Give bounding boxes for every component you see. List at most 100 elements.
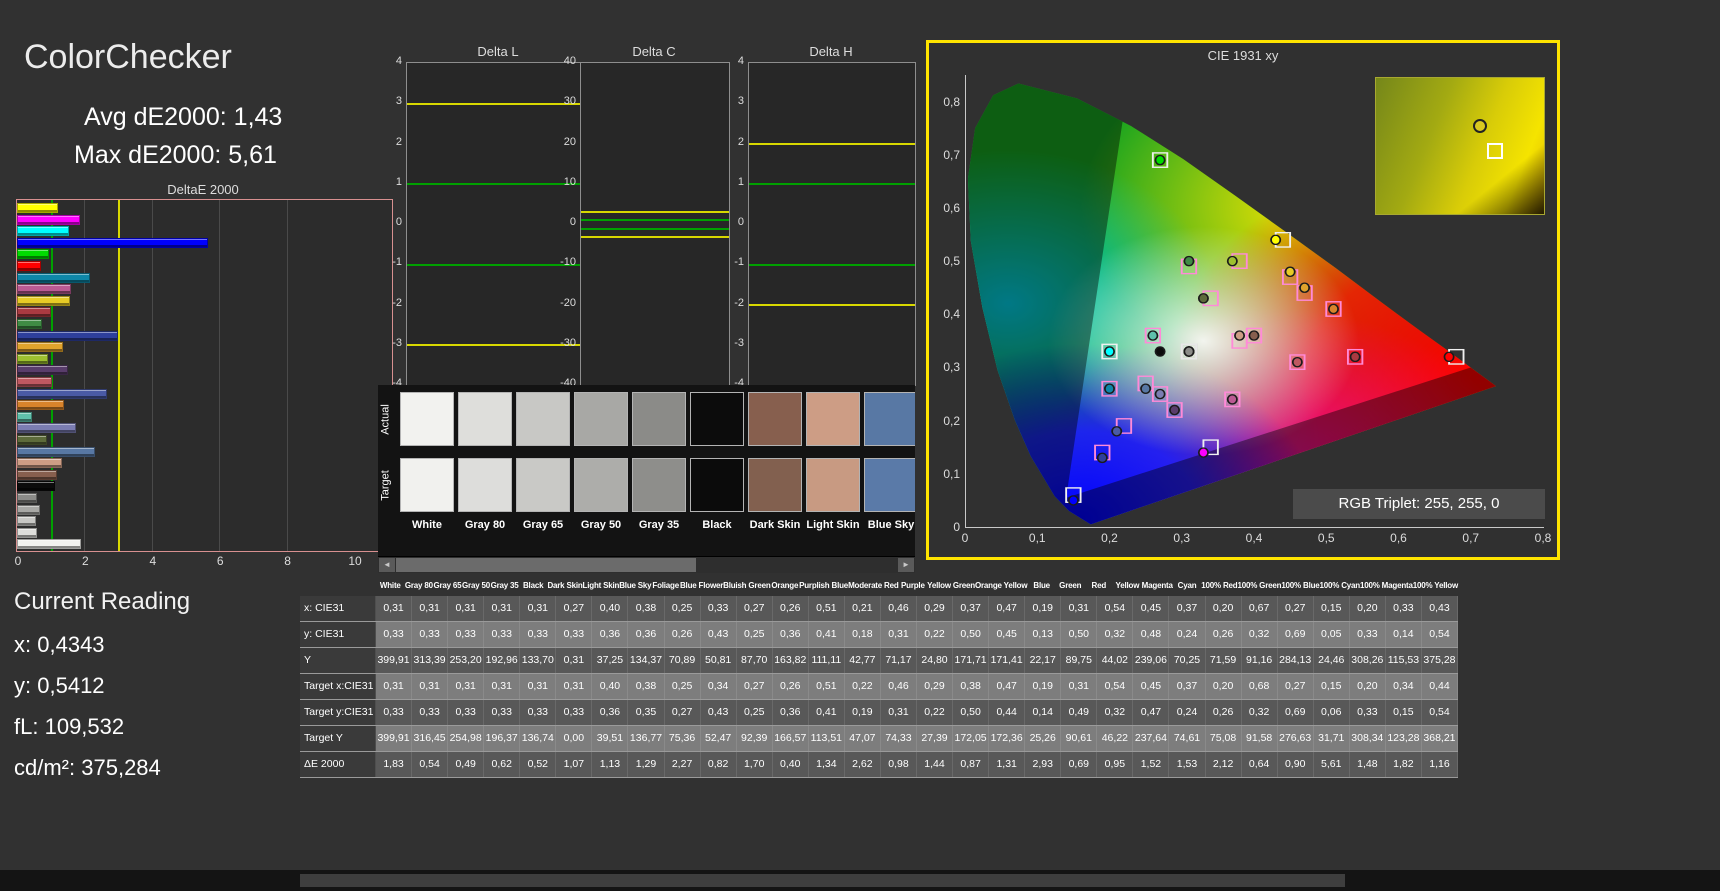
table-cell: 171,71 (953, 648, 990, 673)
reading-cdm2: cd/m²: 375,284 (14, 755, 294, 781)
reference-line (581, 236, 729, 238)
deltae-bar (17, 249, 50, 260)
reference-line (749, 183, 915, 185)
table-cell: 0,27 (736, 596, 773, 621)
axis-tick-label: 0,2 (1101, 531, 1118, 545)
table-cell: 172,36 (989, 726, 1026, 751)
deltae-bar (17, 446, 96, 457)
axis-tick-label: 2 (82, 554, 89, 568)
table-cell: 74,61 (1169, 726, 1206, 751)
table-cell: 111,11 (808, 648, 845, 673)
delta-h-chart[interactable]: Delta H 4 3 2 1 0 -1 -2 -3 -4 (714, 44, 922, 409)
bottom-scrollbar-thumb[interactable] (300, 874, 1345, 887)
current-reading-block: Current Reading x: 0,4343 y: 0,5412 fL: … (14, 588, 294, 796)
table-cell: 24,80 (916, 648, 954, 673)
table-cell: 0,26 (664, 622, 701, 647)
table-cell: 0,00 (556, 726, 593, 751)
column-header: 100% Blue (1281, 581, 1320, 590)
table-cell: 0,33 (448, 700, 485, 725)
reading-y-value: 0,5412 (37, 673, 105, 698)
table-cell: 0,51 (808, 596, 845, 621)
max-de2000-readout: Max dE2000: 5,61 (74, 141, 277, 170)
reference-line (581, 211, 729, 213)
scroll-right-arrow-icon[interactable]: ► (898, 558, 914, 572)
scroll-left-arrow-icon[interactable]: ◄ (379, 558, 395, 572)
axis-tick-label: 1 (737, 175, 744, 188)
cie-1931-panel[interactable]: CIE 1931 xy RGB Triplet: 255, 255, 0 0,8… (926, 40, 1560, 560)
column-header: 100% Red (1201, 581, 1238, 590)
table-row: Target x:CIE31 0,31 0,31 0,31 0,31 0,31 0,31 0,… (300, 674, 1458, 700)
table-cell: 1,07 (556, 752, 593, 777)
cie-measured-point (1140, 383, 1152, 394)
table-cell: 0,22 (844, 674, 881, 699)
axis-tick-label: 0,5 (943, 254, 960, 269)
deltae-bar (17, 516, 36, 527)
scrollbar-thumb[interactable] (396, 558, 696, 572)
table-cell: 0,27 (736, 674, 773, 699)
table-cell: 42,77 (844, 648, 881, 673)
table-cell: 0,25 (736, 700, 773, 725)
patch-name-label: White (412, 519, 442, 531)
cie-measured-point (1154, 346, 1166, 357)
cie-measured-point (1226, 394, 1238, 405)
table-cell: 0,50 (953, 700, 990, 725)
column-header: 100% Magenta (1360, 581, 1413, 590)
table-cell: 37,25 (592, 648, 629, 673)
table-cell: 0,18 (844, 622, 881, 647)
patch-name-label: Gray 65 (522, 519, 564, 531)
table-cell: 0,36 (772, 700, 809, 725)
table-cell: 1,70 (736, 752, 773, 777)
target-patch-swatch (400, 458, 454, 512)
axis-tick-label: 0,1 (1028, 531, 1046, 545)
cie-zoom-inset (1375, 77, 1545, 215)
table-cell: 1,13 (592, 752, 629, 777)
deltae-bar (17, 493, 37, 503)
table-cell: 0,33 (484, 622, 521, 647)
axis-tick-label: -2 (392, 296, 402, 309)
axis-tick-label: 4 (737, 55, 744, 67)
table-cell: 0,45 (1133, 596, 1170, 621)
target-patch-swatch (806, 458, 860, 512)
axis-tick-label: -1 (734, 256, 744, 269)
patch-comparison-strip[interactable]: Actual Target White Gray 80 Gray 65 Gray 50… (378, 385, 915, 573)
page-title: ColorChecker (24, 38, 232, 76)
axis-tick-label: 2 (395, 135, 402, 148)
deltae2000-x-axis: 0 2 4 6 8 10 (15, 554, 391, 570)
table-cell: 0,47 (1133, 700, 1170, 725)
column-header: Red (1091, 581, 1107, 590)
delta-c-plot-area (580, 62, 730, 386)
patch-strip-scrollbar[interactable]: ◄ ► (378, 556, 915, 573)
axis-tick-label: 2 (737, 135, 744, 148)
table-cell: 0,69 (1277, 622, 1314, 647)
table-cell: 75,36 (664, 726, 701, 751)
bar-chart-gridline (286, 200, 288, 551)
cie-measured-point (1183, 346, 1195, 357)
axis-tick-label: 3 (395, 95, 402, 108)
bottom-scrollbar[interactable] (0, 870, 1720, 891)
table-cell: 0,52 (520, 752, 557, 777)
delta-c-chart[interactable]: Delta C 40 30 20 10 0 -10 -20 -30 -40 (546, 44, 736, 409)
deltae-bar (17, 527, 38, 538)
table-cell: 0,37 (953, 596, 990, 621)
axis-tick-label: 10 (563, 175, 576, 188)
table-cell: 0,44 (1421, 674, 1458, 699)
cie-measured-point (1096, 452, 1108, 464)
table-cell: 0,69 (1277, 700, 1314, 725)
table-cell: 0,37 (1169, 674, 1206, 699)
deltae-bar (17, 377, 53, 387)
row-label: Y (300, 648, 376, 673)
cie-measured-point (1154, 388, 1166, 400)
table-cell: 0,36 (628, 622, 665, 647)
table-cell: 0,33 (448, 622, 485, 647)
deltae-bar (17, 214, 81, 225)
deltae2000-bar-chart[interactable]: DeltaE 2000 0 2 4 6 8 10 (14, 182, 396, 586)
column-header: Cyan (1177, 581, 1197, 590)
axis-tick-label: -20 (560, 296, 576, 309)
cie-measured-point (1169, 404, 1181, 416)
table-cell: 0,19 (844, 700, 881, 725)
axis-tick-label: 0 (569, 216, 576, 228)
axis-tick-label: 0,2 (943, 413, 960, 428)
reading-cdm2-value: 375,284 (81, 755, 161, 780)
table-cell: 1,53 (1169, 752, 1206, 777)
table-cell: 0,32 (1097, 622, 1134, 647)
